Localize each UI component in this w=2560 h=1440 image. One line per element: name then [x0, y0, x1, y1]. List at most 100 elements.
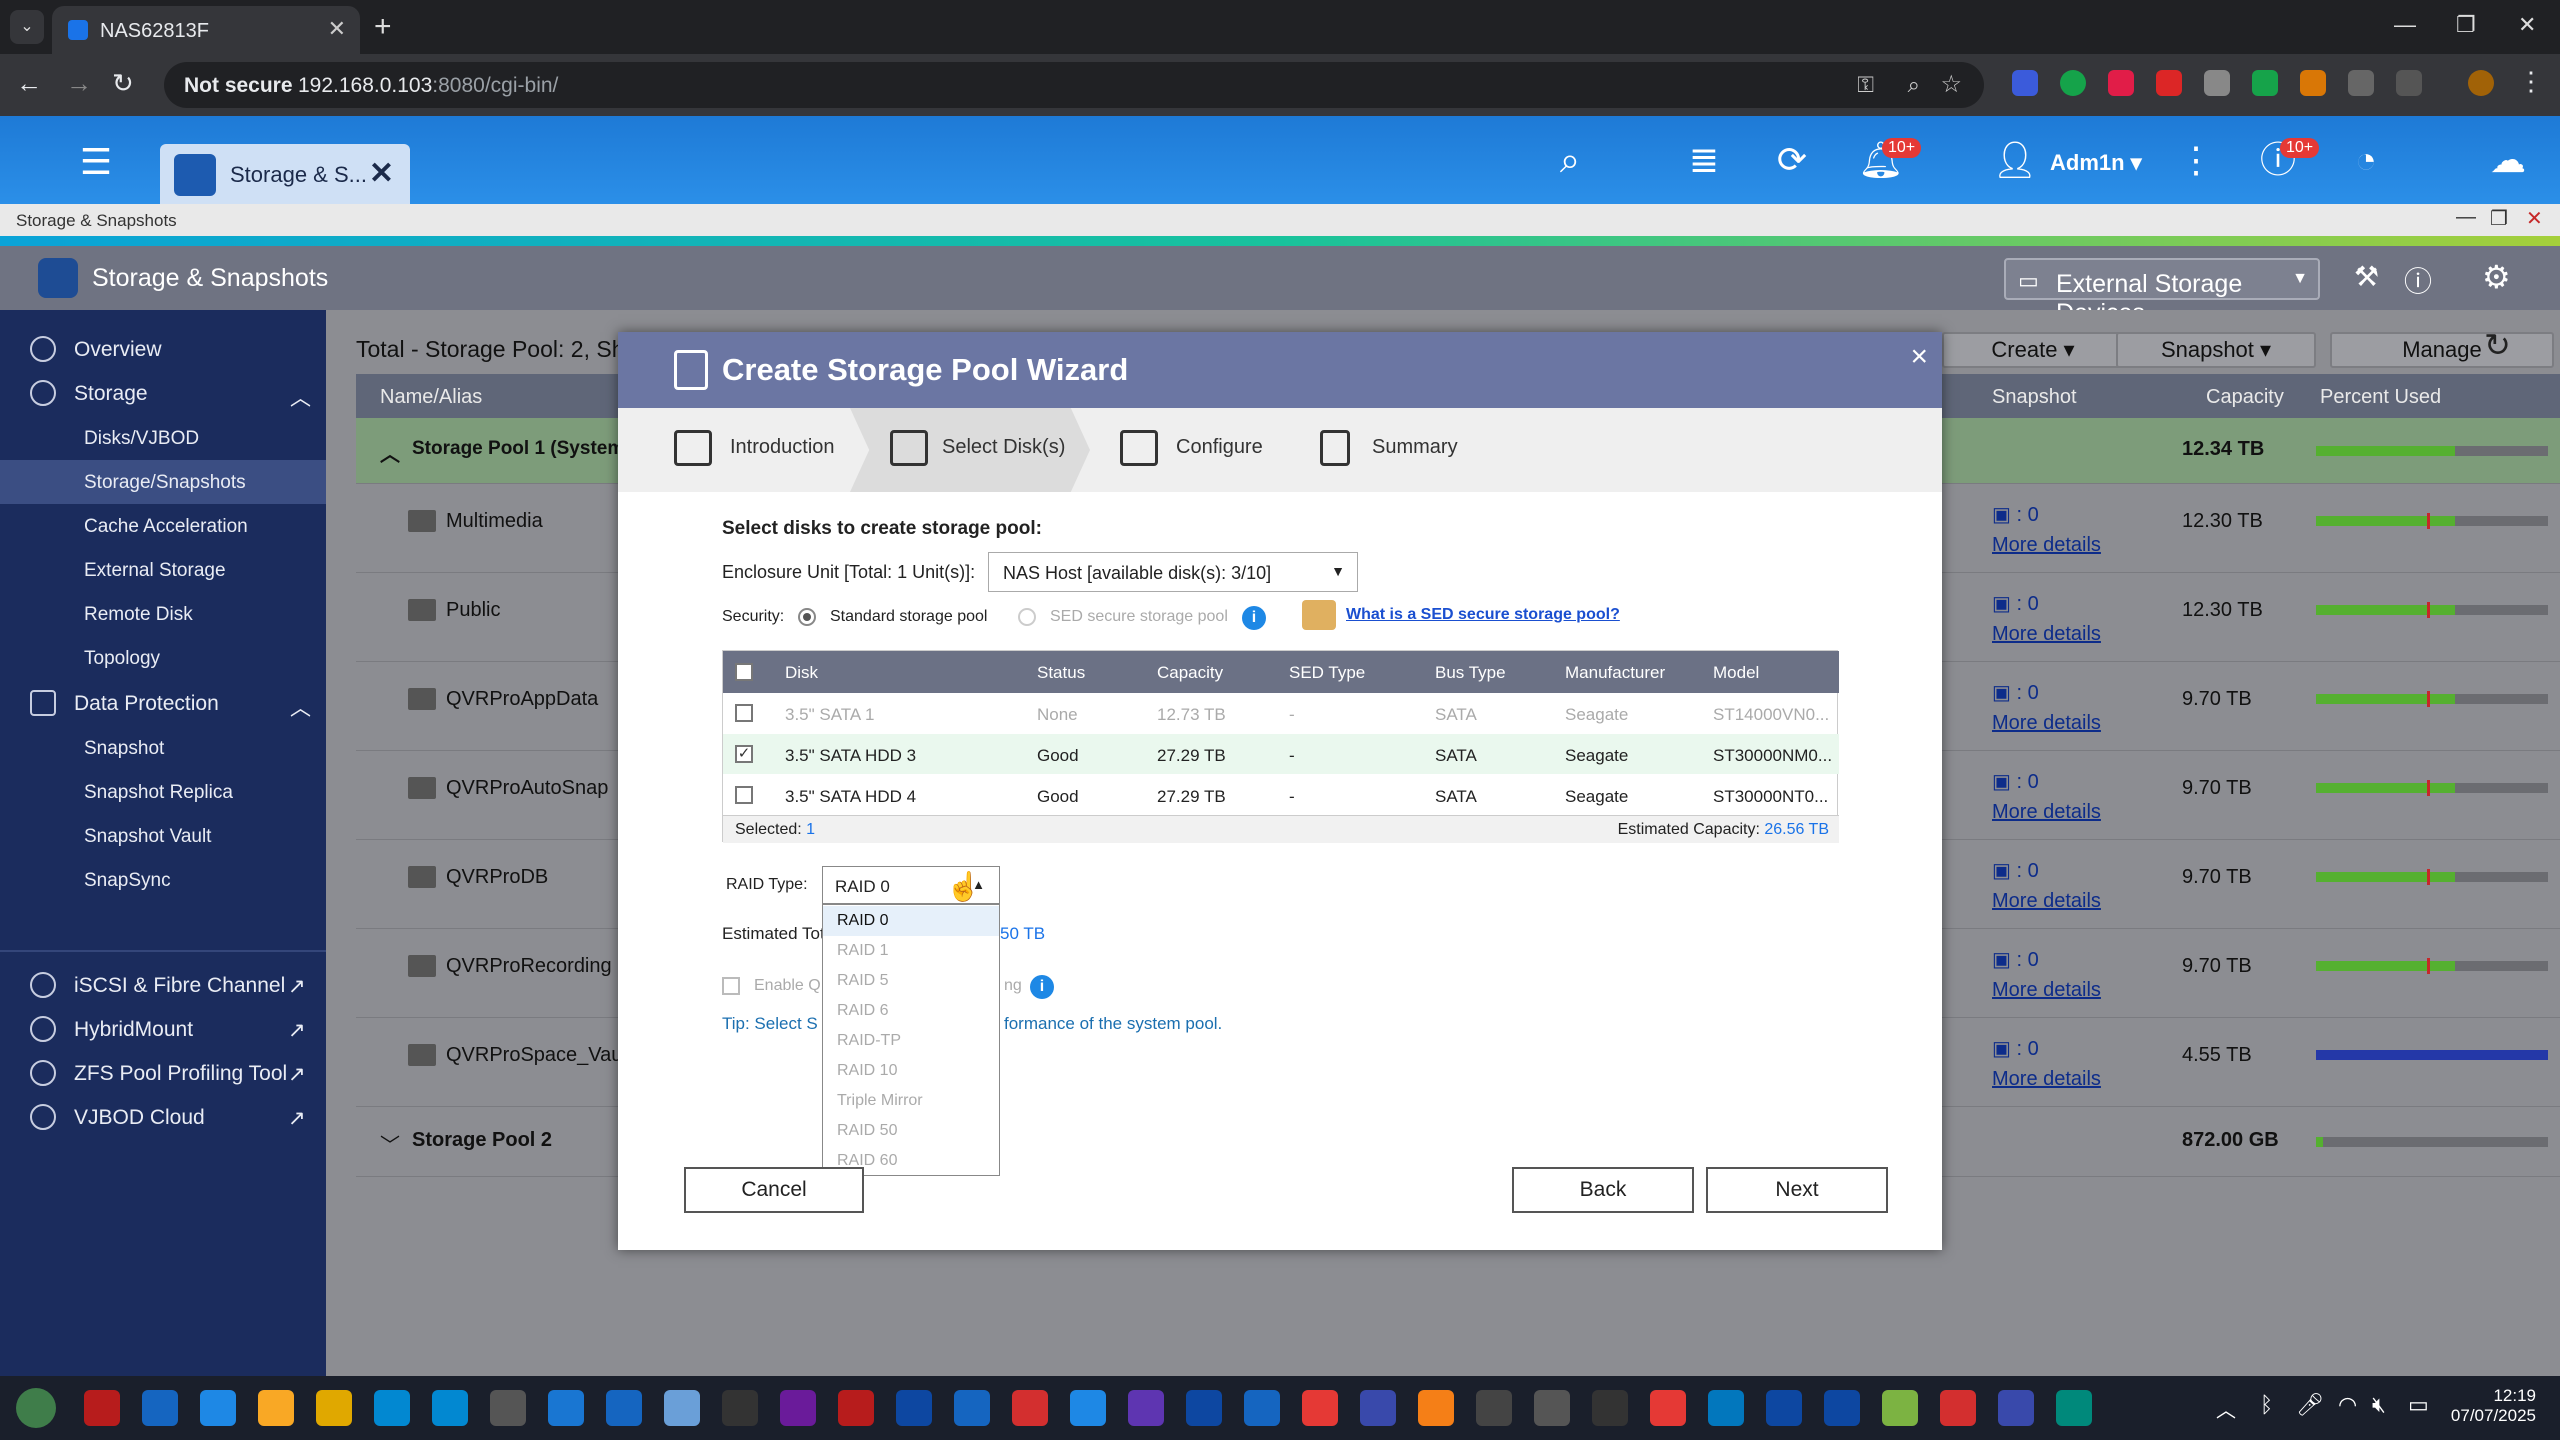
- disk-checkbox[interactable]: [735, 786, 753, 804]
- disk-row[interactable]: ✓ 3.5" SATA HDD 3 Good 27.29 TB - SATA Seagate…: [723, 734, 1839, 774]
- sidebar-item-snapshot-replica[interactable]: Snapshot Replica: [0, 770, 326, 814]
- snapshot-count[interactable]: ▣ : 0: [1992, 591, 2039, 616]
- step-summary[interactable]: Summary: [1310, 408, 1510, 492]
- snapshot-count[interactable]: ▣ : 0: [1992, 1036, 2039, 1061]
- sidebar-item-storage[interactable]: Storage ︿: [0, 370, 326, 414]
- taskbar-app-icon[interactable]: [200, 1390, 236, 1426]
- raid-option[interactable]: RAID 5: [823, 966, 999, 996]
- taskbar-app-icon[interactable]: [1070, 1390, 1106, 1426]
- taskbar-app-icon[interactable]: [722, 1390, 758, 1426]
- raid-option[interactable]: RAID 6: [823, 996, 999, 1026]
- taskbar-app-icon[interactable]: [1476, 1390, 1512, 1426]
- clock[interactable]: 12:19 07/07/2025: [2451, 1386, 2536, 1426]
- help-icon[interactable]: ⓘ: [2404, 260, 2432, 300]
- sidebar-item-data-protection[interactable]: Data Protection ︿: [0, 680, 326, 724]
- taskbar-app-icon[interactable]: [838, 1390, 874, 1426]
- taskbar-app-icon[interactable]: [1128, 1390, 1164, 1426]
- info-icon[interactable]: i: [1242, 606, 1266, 630]
- manage-button[interactable]: Manage: [2330, 332, 2554, 368]
- sidebar-item-cache[interactable]: Cache Acceleration: [0, 504, 326, 548]
- more-details-link[interactable]: More details: [1992, 623, 2101, 646]
- new-tab-button[interactable]: +: [374, 10, 392, 44]
- close-icon[interactable]: ×: [1910, 340, 1928, 374]
- more-details-link[interactable]: More details: [1992, 890, 2101, 913]
- sidebar-item-iscsi[interactable]: iSCSI & Fibre Channel ↗: [0, 962, 326, 1006]
- app-minimize-icon[interactable]: —: [2456, 206, 2476, 229]
- key-icon[interactable]: ⚿: [1857, 72, 1874, 98]
- taskbar-app-icon[interactable]: [1998, 1390, 2034, 1426]
- sidebar-item-hybridmount[interactable]: HybridMount ↗: [0, 1006, 326, 1050]
- raid-option[interactable]: RAID 0: [823, 906, 999, 936]
- taskbar-app-icon[interactable]: [84, 1390, 120, 1426]
- wifi-icon[interactable]: ◠: [2338, 1392, 2357, 1418]
- taskbar-app-icon[interactable]: [432, 1390, 468, 1426]
- tray-chevron-up-icon[interactable]: ︿: [2216, 1394, 2236, 1423]
- taskbar-app-icon[interactable]: [954, 1390, 990, 1426]
- raid-option[interactable]: RAID 10: [823, 1056, 999, 1086]
- raid-option[interactable]: RAID 1: [823, 936, 999, 966]
- reload-icon[interactable]: ↻: [112, 68, 134, 99]
- sidebar-item-snapsync[interactable]: SnapSync: [0, 858, 326, 902]
- taskbar-app-icon[interactable]: [1302, 1390, 1338, 1426]
- extension-icon[interactable]: [2012, 70, 2038, 96]
- tab-close-icon[interactable]: ✕: [328, 16, 346, 42]
- taskbar-app-icon[interactable]: [1882, 1390, 1918, 1426]
- puzzle-icon[interactable]: [2396, 70, 2422, 96]
- taskbar-app-icon[interactable]: [1592, 1390, 1628, 1426]
- disk-row[interactable]: 3.5" SATA HDD 4 Good 27.29 TB - SATA Seagate S…: [723, 775, 1839, 815]
- extension-icon[interactable]: [2204, 70, 2230, 96]
- sidebar-item-overview[interactable]: Overview: [0, 326, 326, 370]
- stack-icon[interactable]: ≣: [1682, 138, 1726, 182]
- sidebar-item-disks[interactable]: Disks/VJBOD: [0, 416, 326, 460]
- avatar[interactable]: [2468, 70, 2494, 96]
- gear-icon[interactable]: ⚙: [2482, 258, 2511, 296]
- raid-option[interactable]: RAID 50: [823, 1116, 999, 1146]
- adblock-icon[interactable]: [2156, 70, 2182, 96]
- taskbar-app-icon[interactable]: [490, 1390, 526, 1426]
- taskbar-app-icon[interactable]: [1360, 1390, 1396, 1426]
- more-details-link[interactable]: More details: [1992, 534, 2101, 557]
- user-icon[interactable]: 👤︎: [1992, 138, 2038, 182]
- step-introduction[interactable]: Introduction: [638, 408, 848, 492]
- sidebar-item-zfs-profiling[interactable]: ZFS Pool Profiling Tool ↗: [0, 1050, 326, 1094]
- create-button[interactable]: Create ▾: [1942, 332, 2124, 368]
- sidebar-item-topology[interactable]: Topology: [0, 636, 326, 680]
- raid-option[interactable]: Triple Mirror: [823, 1086, 999, 1116]
- snapshot-count[interactable]: ▣ : 0: [1992, 947, 2039, 972]
- app-maximize-icon[interactable]: ❐: [2490, 206, 2508, 231]
- external-storage-devices-button[interactable]: ▭ External Storage Devices ▼: [2004, 258, 2320, 327]
- info-icon[interactable]: i: [1030, 975, 1054, 999]
- snapshot-count[interactable]: ▣ : 0: [1992, 769, 2039, 794]
- user-menu[interactable]: Adm1n ▾: [2050, 150, 2142, 176]
- raid-option[interactable]: RAID-TP: [823, 1026, 999, 1056]
- more-menu-icon[interactable]: ⋮: [2518, 66, 2544, 97]
- sidebar-item-snapshot-vault[interactable]: Snapshot Vault: [0, 814, 326, 858]
- app-tab-close-icon[interactable]: ✕: [369, 156, 394, 191]
- forward-arrow-icon[interactable]: →: [66, 68, 92, 99]
- snapshot-count[interactable]: ▣ : 0: [1992, 680, 2039, 705]
- back-button[interactable]: Back: [1512, 1167, 1694, 1213]
- taskbar-app-icon[interactable]: [1418, 1390, 1454, 1426]
- battery-icon[interactable]: ▭: [2408, 1392, 2429, 1418]
- restore-icon[interactable]: ❐: [2456, 12, 2476, 38]
- taskbar-app-icon[interactable]: [896, 1390, 932, 1426]
- taskbar-app-icon[interactable]: [1186, 1390, 1222, 1426]
- app-close-icon[interactable]: ✕: [2526, 206, 2543, 231]
- search-icon[interactable]: ⌕: [1548, 138, 1592, 182]
- dashboard-icon[interactable]: ◔: [2344, 138, 2388, 182]
- disk-checkbox[interactable]: [735, 704, 753, 722]
- extension-icon[interactable]: [2348, 70, 2374, 96]
- taskbar-app-icon[interactable]: [316, 1390, 352, 1426]
- snapshot-count[interactable]: ▣ : 0: [1992, 858, 2039, 883]
- sidebar-item-remote-disk[interactable]: Remote Disk: [0, 592, 326, 636]
- bluetooth-icon[interactable]: ᛒ: [2260, 1392, 2273, 1418]
- taskbar-app-icon[interactable]: [1534, 1390, 1570, 1426]
- standard-pool-radio[interactable]: [798, 608, 816, 626]
- enclosure-select[interactable]: NAS Host [available disk(s): 3/10] ▼: [988, 552, 1358, 592]
- extension-icon[interactable]: [2108, 70, 2134, 96]
- more-details-link[interactable]: More details: [1992, 1068, 2101, 1091]
- more-details-link[interactable]: More details: [1992, 801, 2101, 824]
- taskbar-app-icon[interactable]: [1940, 1390, 1976, 1426]
- more-options-icon[interactable]: ⋮: [2174, 138, 2218, 182]
- cloud-icon[interactable]: ☁: [2486, 138, 2530, 182]
